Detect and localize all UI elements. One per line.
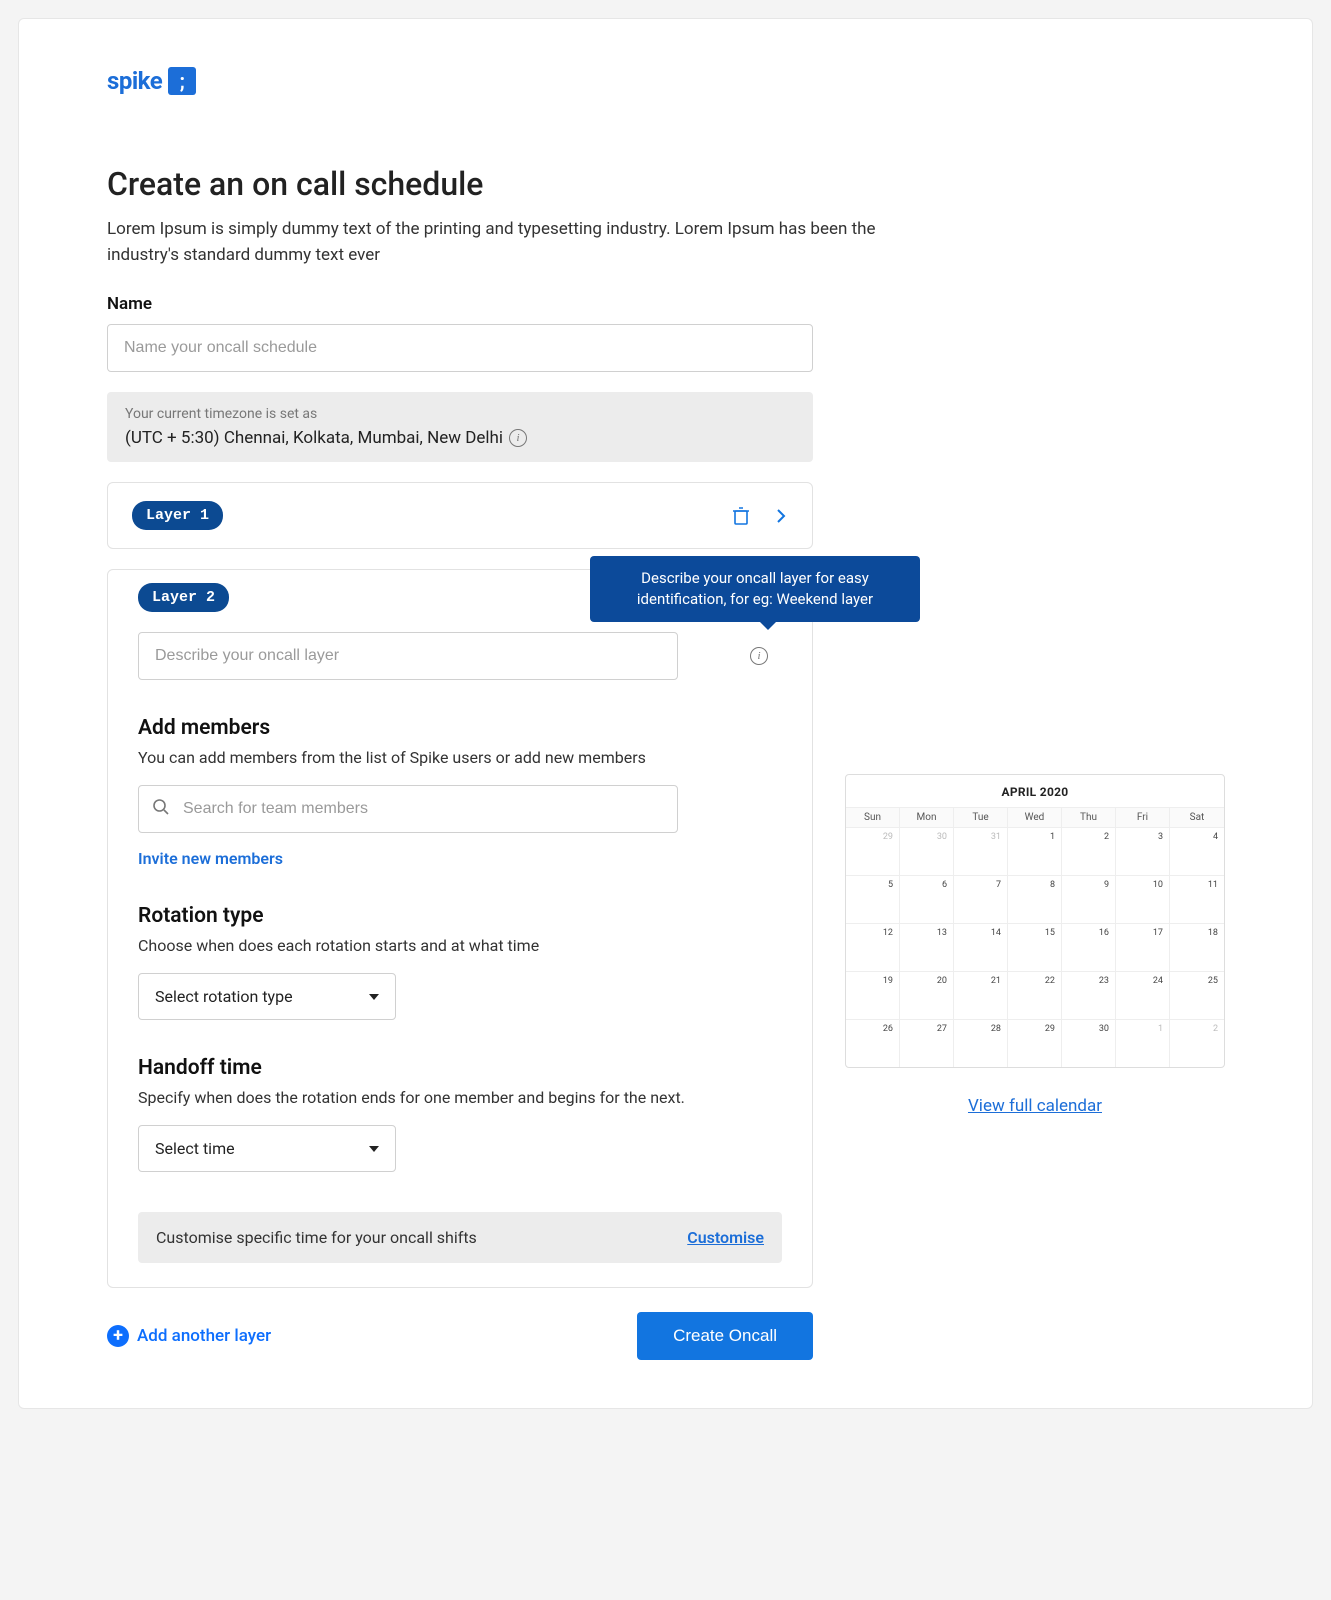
customise-link[interactable]: Customise bbox=[687, 1228, 764, 1247]
logo: spike ; bbox=[107, 67, 1224, 95]
calendar-preview: APRIL 2020 SunMonTueWedThuFriSat 2930311… bbox=[845, 774, 1225, 1068]
add-layer-label: Add another layer bbox=[137, 1326, 271, 1346]
calendar-cell[interactable]: 12 bbox=[846, 923, 900, 971]
calendar-cell[interactable]: 21 bbox=[954, 971, 1008, 1019]
page-title: Create an on call schedule bbox=[107, 165, 1224, 203]
caret-down-icon bbox=[369, 994, 379, 1000]
calendar-cell[interactable]: 28 bbox=[954, 1019, 1008, 1067]
calendar-cell[interactable]: 29 bbox=[1008, 1019, 1062, 1067]
name-input[interactable] bbox=[107, 324, 813, 372]
handoff-time-value: Select time bbox=[155, 1139, 235, 1158]
chevron-right-icon bbox=[776, 508, 786, 524]
footer-row: + Add another layer Create Oncall bbox=[107, 1312, 813, 1360]
calendar-cell[interactable]: 30 bbox=[900, 827, 954, 875]
add-layer-button[interactable]: + Add another layer bbox=[107, 1325, 271, 1347]
name-label: Name bbox=[107, 294, 813, 314]
handoff-time-title: Handoff time bbox=[138, 1056, 782, 1080]
calendar-cell[interactable]: 24 bbox=[1116, 971, 1170, 1019]
calendar-cell[interactable]: 22 bbox=[1008, 971, 1062, 1019]
layer-desc-tooltip: Describe your oncall layer for easy iden… bbox=[590, 556, 920, 622]
calendar-cell[interactable]: 20 bbox=[900, 971, 954, 1019]
calendar-day-header: Fri bbox=[1116, 807, 1170, 827]
timezone-text: (UTC + 5:30) Chennai, Kolkata, Mumbai, N… bbox=[125, 428, 503, 448]
expand-layer-button[interactable] bbox=[774, 506, 788, 526]
calendar-day-header: Tue bbox=[954, 807, 1008, 827]
calendar-cell[interactable]: 30 bbox=[1062, 1019, 1116, 1067]
calendar-cell[interactable]: 1 bbox=[1008, 827, 1062, 875]
calendar-title: APRIL 2020 bbox=[846, 775, 1224, 807]
calendar-cell[interactable]: 29 bbox=[846, 827, 900, 875]
plus-icon: + bbox=[107, 1325, 129, 1347]
calendar-cell[interactable]: 10 bbox=[1116, 875, 1170, 923]
calendar-cell[interactable]: 27 bbox=[900, 1019, 954, 1067]
layer-description-input[interactable] bbox=[138, 632, 678, 680]
logo-mark-icon: ; bbox=[168, 67, 196, 95]
rotation-type-title: Rotation type bbox=[138, 904, 782, 928]
caret-down-icon bbox=[369, 1146, 379, 1152]
info-icon[interactable]: i bbox=[750, 647, 768, 665]
calendar-cell[interactable]: 14 bbox=[954, 923, 1008, 971]
calendar-cell[interactable]: 7 bbox=[954, 875, 1008, 923]
layer-1-card: Layer 1 bbox=[107, 482, 813, 549]
calendar-cell[interactable]: 15 bbox=[1008, 923, 1062, 971]
calendar-day-header: Mon bbox=[900, 807, 954, 827]
calendar-cell[interactable]: 23 bbox=[1062, 971, 1116, 1019]
view-full-calendar-link[interactable]: View full calendar bbox=[845, 1096, 1225, 1116]
add-members-desc: You can add members from the list of Spi… bbox=[138, 748, 782, 767]
calendar-cell[interactable]: 6 bbox=[900, 875, 954, 923]
member-search-input[interactable] bbox=[138, 785, 678, 833]
calendar-cell[interactable]: 18 bbox=[1170, 923, 1224, 971]
calendar-cell[interactable]: 4 bbox=[1170, 827, 1224, 875]
calendar-cell[interactable]: 17 bbox=[1116, 923, 1170, 971]
logo-text: spike bbox=[107, 67, 162, 95]
layer-1-header: Layer 1 bbox=[108, 483, 812, 548]
handoff-time-desc: Specify when does the rotation ends for … bbox=[138, 1088, 782, 1107]
layer-2-card: Layer 2 Describe your oncall layer for e… bbox=[107, 569, 813, 1288]
calendar-day-header: Sat bbox=[1170, 807, 1224, 827]
trash-icon bbox=[732, 506, 750, 526]
calendar-cell[interactable]: 26 bbox=[846, 1019, 900, 1067]
calendar-cell[interactable]: 9 bbox=[1062, 875, 1116, 923]
customise-text: Customise specific time for your oncall … bbox=[156, 1228, 477, 1247]
timezone-label: Your current timezone is set as bbox=[125, 406, 795, 422]
search-icon bbox=[152, 798, 170, 820]
info-icon[interactable]: i bbox=[509, 429, 527, 447]
calendar-cell[interactable]: 25 bbox=[1170, 971, 1224, 1019]
rotation-type-select[interactable]: Select rotation type bbox=[138, 973, 396, 1020]
timezone-value: (UTC + 5:30) Chennai, Kolkata, Mumbai, N… bbox=[125, 428, 795, 448]
add-members-title: Add members bbox=[138, 716, 782, 740]
calendar-cell[interactable]: 19 bbox=[846, 971, 900, 1019]
create-oncall-button[interactable]: Create Oncall bbox=[637, 1312, 813, 1360]
calendar-day-header: Wed bbox=[1008, 807, 1062, 827]
layer-2-pill: Layer 2 bbox=[138, 583, 229, 612]
rotation-type-value: Select rotation type bbox=[155, 987, 293, 1006]
timezone-box: Your current timezone is set as (UTC + 5… bbox=[107, 392, 813, 462]
calendar-cell[interactable]: 2 bbox=[1170, 1019, 1224, 1067]
calendar-cell[interactable]: 16 bbox=[1062, 923, 1116, 971]
calendar-cell[interactable]: 11 bbox=[1170, 875, 1224, 923]
page-description: Lorem Ipsum is simply dummy text of the … bbox=[107, 217, 887, 268]
calendar-cell[interactable]: 13 bbox=[900, 923, 954, 971]
calendar-cell[interactable]: 1 bbox=[1116, 1019, 1170, 1067]
invite-members-link[interactable]: Invite new members bbox=[138, 849, 283, 868]
page-card: spike ; Create an on call schedule Lorem… bbox=[18, 18, 1313, 1409]
rotation-type-desc: Choose when does each rotation starts an… bbox=[138, 936, 782, 955]
customise-bar: Customise specific time for your oncall … bbox=[138, 1212, 782, 1263]
calendar-cell[interactable]: 5 bbox=[846, 875, 900, 923]
calendar-day-header: Sun bbox=[846, 807, 900, 827]
calendar-cell[interactable]: 8 bbox=[1008, 875, 1062, 923]
handoff-time-select[interactable]: Select time bbox=[138, 1125, 396, 1172]
delete-layer-button[interactable] bbox=[730, 504, 752, 528]
calendar-cell[interactable]: 31 bbox=[954, 827, 1008, 875]
calendar-cell[interactable]: 3 bbox=[1116, 827, 1170, 875]
calendar-day-header: Thu bbox=[1062, 807, 1116, 827]
layer-1-pill: Layer 1 bbox=[132, 501, 223, 530]
calendar-cell[interactable]: 2 bbox=[1062, 827, 1116, 875]
